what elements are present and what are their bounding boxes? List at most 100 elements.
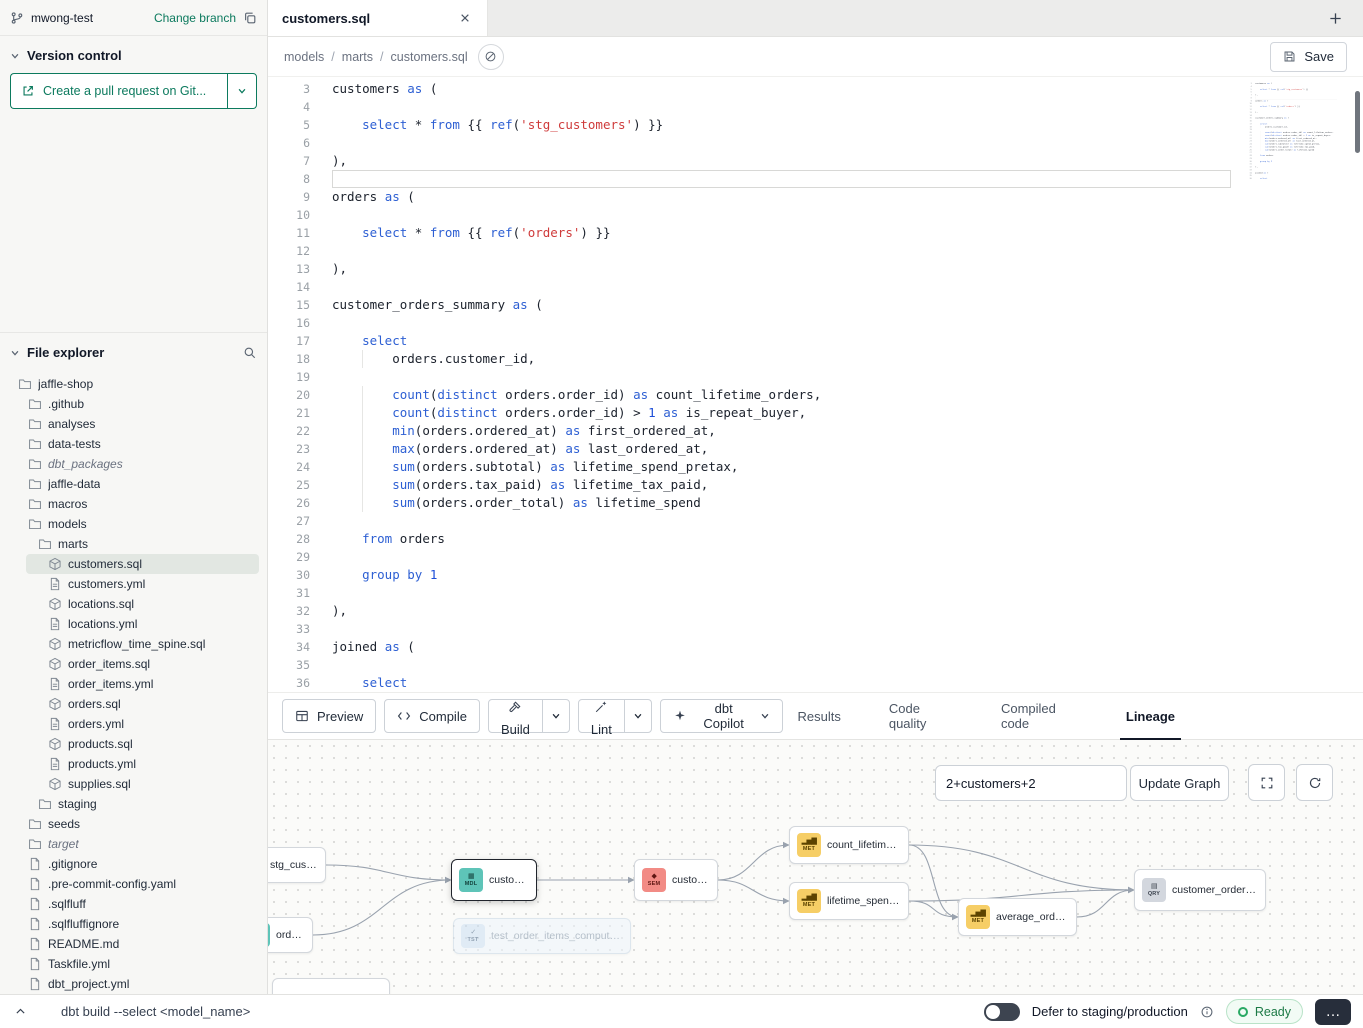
- lineage-selector-input[interactable]: [935, 765, 1127, 801]
- code-line[interactable]: 29: [268, 548, 1363, 566]
- breadcrumb-item[interactable]: models: [284, 50, 324, 64]
- code-line[interactable]: 35: [268, 656, 1363, 674]
- close-tab-icon[interactable]: [457, 10, 473, 26]
- tree-item[interactable]: dbt_packages: [0, 454, 267, 474]
- tree-item[interactable]: jaffle-shop: [0, 374, 267, 394]
- code-line[interactable]: 36 select: [268, 674, 1363, 692]
- version-control-header[interactable]: Version control: [0, 36, 267, 73]
- compile-button[interactable]: Compile: [384, 699, 480, 733]
- minimap[interactable]: 3customers as (45 select * from {{ ref('…: [1245, 82, 1337, 200]
- code-line[interactable]: 7),: [268, 152, 1363, 170]
- code-line[interactable]: 18 orders.customer_id,: [268, 350, 1363, 368]
- refresh-icon[interactable]: [1296, 764, 1333, 801]
- tree-item[interactable]: data-tests: [0, 434, 267, 454]
- lint-button[interactable]: Lint: [578, 699, 625, 733]
- code-line[interactable]: 8: [268, 170, 1363, 188]
- code-line[interactable]: 15customer_orders_summary as (: [268, 296, 1363, 314]
- tree-item[interactable]: models: [0, 514, 267, 534]
- tree-item[interactable]: products.yml: [0, 754, 267, 774]
- tree-item[interactable]: .sqlfluffignore: [0, 914, 267, 934]
- code-line[interactable]: 10: [268, 206, 1363, 224]
- code-line[interactable]: 11 select * from {{ ref('orders') }}: [268, 224, 1363, 242]
- code-line[interactable]: 17 select: [268, 332, 1363, 350]
- tree-item[interactable]: supplies.sql: [0, 774, 267, 794]
- lineage-node-partial_bottom[interactable]: [272, 978, 390, 994]
- code-line[interactable]: 19: [268, 368, 1363, 386]
- create-pr-button[interactable]: Create a pull request on Git...: [10, 73, 227, 109]
- tree-item[interactable]: orders.yml: [0, 714, 267, 734]
- tree-item[interactable]: dbt_project.yml: [0, 974, 267, 994]
- update-graph-button[interactable]: Update Graph: [1130, 765, 1229, 801]
- info-icon[interactable]: [1200, 1005, 1214, 1019]
- code-line[interactable]: 32),: [268, 602, 1363, 620]
- copy-icon[interactable]: [243, 11, 257, 25]
- lineage-node-orders[interactable]: ▦MDLorders: [268, 917, 313, 953]
- code-line[interactable]: 33: [268, 620, 1363, 638]
- tree-item[interactable]: README.md: [0, 934, 267, 954]
- create-pr-dropdown[interactable]: [227, 73, 257, 109]
- lineage-node-lifetime_spend_pretax[interactable]: ▂▅▇METlifetime_spend_pretax: [789, 882, 909, 920]
- lineage-node-customers_sem[interactable]: ◆SEMcustomers: [634, 859, 718, 901]
- code-line[interactable]: 26 sum(orders.order_total) as lifetime_s…: [268, 494, 1363, 512]
- code-line[interactable]: 30 group by 1: [268, 566, 1363, 584]
- tree-item[interactable]: macros: [0, 494, 267, 514]
- code-line[interactable]: 9orders as (: [268, 188, 1363, 206]
- tree-item[interactable]: jaffle-data: [0, 474, 267, 494]
- tree-item[interactable]: order_items.yml: [0, 674, 267, 694]
- tree-item[interactable]: locations.sql: [0, 594, 267, 614]
- code-line[interactable]: 16: [268, 314, 1363, 332]
- preview-button[interactable]: Preview: [282, 699, 376, 733]
- breadcrumb-item[interactable]: customers.sql: [391, 50, 468, 64]
- defer-toggle[interactable]: [984, 1003, 1020, 1021]
- tree-item[interactable]: customers.sql: [26, 554, 259, 574]
- overflow-menu-button[interactable]: …: [1315, 999, 1351, 1025]
- lineage-node-customers_model[interactable]: ▦MDLcustomers: [451, 859, 537, 901]
- code-line[interactable]: 31: [268, 584, 1363, 602]
- tree-item[interactable]: locations.yml: [0, 614, 267, 634]
- chevron-up-icon[interactable]: [12, 1003, 29, 1020]
- code-line[interactable]: 20 count(distinct orders.order_id) as co…: [268, 386, 1363, 404]
- code-line[interactable]: 24 sum(orders.subtotal) as lifetime_spen…: [268, 458, 1363, 476]
- tree-item[interactable]: .gitignore: [0, 854, 267, 874]
- code-line[interactable]: 5 select * from {{ ref('stg_customers') …: [268, 116, 1363, 134]
- tree-item[interactable]: metricflow_time_spine.sql: [0, 634, 267, 654]
- code-line[interactable]: 21 count(distinct orders.order_id) > 1 a…: [268, 404, 1363, 422]
- code-line[interactable]: 14: [268, 278, 1363, 296]
- code-line[interactable]: 13),: [268, 260, 1363, 278]
- scrollbar-thumb[interactable]: [1355, 91, 1360, 153]
- tab-lineage[interactable]: Lineage: [1120, 693, 1181, 739]
- editor-tab-customers-sql[interactable]: customers.sql: [268, 0, 488, 36]
- lineage-node-count_lifetime_orders[interactable]: ▂▅▇METcount_lifetime_orders: [789, 826, 909, 864]
- tab-code-quality[interactable]: Code quality: [883, 693, 959, 739]
- tab-compiled-code[interactable]: Compiled code: [995, 693, 1084, 739]
- build-dropdown[interactable]: [542, 699, 570, 733]
- code-line[interactable]: 34joined as (: [268, 638, 1363, 656]
- new-tab-button[interactable]: [1322, 10, 1349, 27]
- lineage-node-customer_order_metrics[interactable]: ▤QRYcustomer_order_metrics: [1134, 869, 1266, 911]
- code-line[interactable]: 22 min(orders.ordered_at) as first_order…: [268, 422, 1363, 440]
- tree-item[interactable]: products.sql: [0, 734, 267, 754]
- tree-item[interactable]: .pre-commit-config.yaml: [0, 874, 267, 894]
- file-explorer-header[interactable]: File explorer: [0, 332, 267, 370]
- search-icon[interactable]: [243, 346, 257, 360]
- code-line[interactable]: 25 sum(orders.tax_paid) as lifetime_tax_…: [268, 476, 1363, 494]
- lineage-panel[interactable]: ▦MDLstg_customers▦MDLorders▦MDLcustomers…: [268, 740, 1363, 994]
- tree-item[interactable]: marts: [0, 534, 267, 554]
- tree-item[interactable]: orders.sql: [0, 694, 267, 714]
- save-button[interactable]: Save: [1270, 42, 1347, 72]
- dbt-copilot-button[interactable]: dbt Copilot: [660, 699, 784, 733]
- breadcrumb-item[interactable]: marts: [342, 50, 373, 64]
- code-line[interactable]: 6: [268, 134, 1363, 152]
- tree-item[interactable]: order_items.sql: [0, 654, 267, 674]
- code-line[interactable]: 12: [268, 242, 1363, 260]
- lint-dropdown[interactable]: [624, 699, 652, 733]
- build-button[interactable]: Build: [488, 699, 543, 733]
- tab-results[interactable]: Results: [791, 693, 846, 739]
- tree-item[interactable]: target: [0, 834, 267, 854]
- lineage-node-test_order_items[interactable]: ✓TSTtest_order_items_compute_to_bools...: [453, 918, 631, 954]
- code-line[interactable]: 28 from orders: [268, 530, 1363, 548]
- tree-item[interactable]: analyses: [0, 414, 267, 434]
- tree-item[interactable]: Taskfile.yml: [0, 954, 267, 974]
- fullscreen-icon[interactable]: [1248, 764, 1285, 801]
- editor-options-icon[interactable]: [478, 44, 504, 70]
